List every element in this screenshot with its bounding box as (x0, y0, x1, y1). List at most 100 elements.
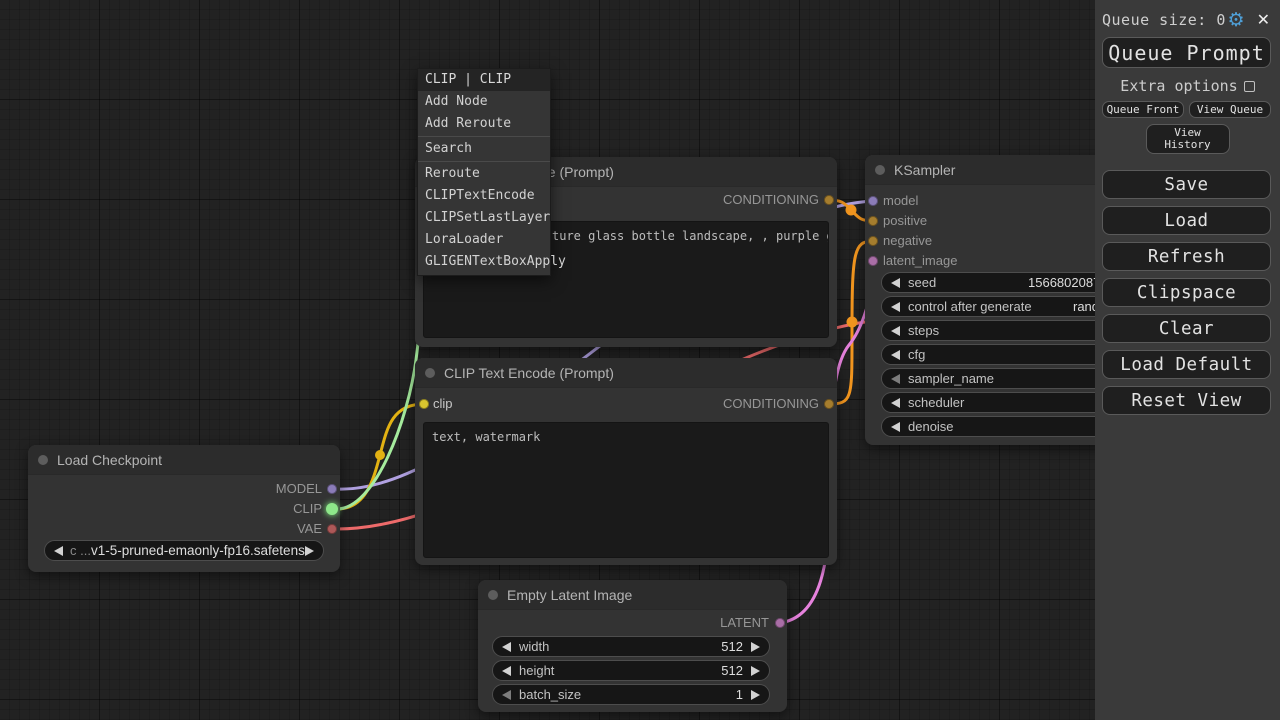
node-title-bar: Empty Latent Image (478, 580, 787, 610)
view-queue-button[interactable]: View Queue (1189, 101, 1271, 118)
prev-value-icon[interactable] (891, 350, 900, 360)
queue-buttons-row: Queue Front View Queue (1102, 101, 1271, 118)
menu-separator (418, 136, 550, 137)
clear-button[interactable]: Clear (1102, 314, 1271, 343)
collapse-dot[interactable] (875, 165, 885, 175)
output-row: LATENT (478, 613, 787, 633)
refresh-button[interactable]: Refresh (1102, 242, 1271, 271)
menu-separator (418, 161, 550, 162)
menu-item-cliptextencode[interactable]: CLIPTextEncode (418, 185, 550, 207)
widget-value: 512 (721, 639, 743, 654)
prompt-text: ture glass bottle landscape, , purple ga… (552, 229, 829, 243)
prev-value-icon[interactable] (891, 398, 900, 408)
widget-label: height (519, 663, 554, 678)
next-value-icon[interactable] (751, 690, 760, 700)
ckpt-name-widget[interactable]: c ... v1-5-pruned-emaonly-fp16.safetenso… (44, 540, 324, 561)
height-widget[interactable]: height 512 (492, 660, 770, 681)
width-widget[interactable]: width 512 (492, 636, 770, 657)
menu-item-search[interactable]: Search (418, 138, 550, 160)
input-dot-positive[interactable] (868, 216, 878, 226)
input-dot-model[interactable] (868, 196, 878, 206)
widget-value: 1 (736, 687, 743, 702)
prev-value-icon[interactable] (502, 690, 511, 700)
settings-gear-icon[interactable]: ⚙ (1228, 12, 1245, 28)
output-dot-model[interactable] (327, 484, 337, 494)
widget-label: scheduler (908, 395, 964, 410)
node-title: CLIP Text Encode (Prompt) (444, 365, 614, 381)
output-label-vae: VAE (297, 519, 322, 539)
next-value-icon[interactable] (305, 546, 314, 556)
load-default-button[interactable]: Load Default (1102, 350, 1271, 379)
widget-label: cfg (908, 347, 925, 362)
output-label-clip: CLIP (293, 499, 322, 519)
prev-value-icon[interactable] (502, 642, 511, 652)
output-dot-vae[interactable] (327, 524, 337, 534)
output-dot-conditioning[interactable] (824, 195, 834, 205)
prev-value-icon[interactable] (54, 546, 63, 556)
menu-item-loraloader[interactable]: LoraLoader (418, 229, 550, 251)
output-dot-clip[interactable] (326, 503, 338, 515)
prev-value-icon[interactable] (891, 302, 900, 312)
comfy-menu: Queue size: 0 ⚙ ✕ Queue Prompt Extra opt… (1095, 0, 1280, 720)
prev-value-icon[interactable] (891, 278, 900, 288)
output-label-latent: LATENT (720, 613, 769, 633)
widget-label: control after generate (908, 299, 1032, 314)
menu-item-add-reroute[interactable]: Add Reroute (418, 113, 550, 135)
menu-item-reroute[interactable]: Reroute (418, 163, 550, 185)
widget-label: steps (908, 323, 939, 338)
widget-label: seed (908, 275, 936, 290)
widget-label: width (519, 639, 549, 654)
collapse-dot[interactable] (488, 590, 498, 600)
prev-value-icon[interactable] (891, 326, 900, 336)
output-dot-latent[interactable] (775, 618, 785, 628)
input-label-positive: positive (883, 211, 927, 231)
widget-label: c ... (70, 543, 91, 558)
menu-item-add-node[interactable]: Add Node (418, 91, 550, 113)
prev-value-icon[interactable] (891, 422, 900, 432)
queue-size-label: Queue size: 0 (1102, 11, 1226, 29)
input-dot-negative[interactable] (868, 236, 878, 246)
extra-options-row: Extra options (1095, 77, 1280, 95)
next-value-icon[interactable] (751, 642, 760, 652)
close-icon[interactable]: ✕ (1257, 12, 1270, 28)
view-history-button[interactable]: View History (1146, 124, 1230, 154)
prev-value-icon[interactable] (502, 666, 511, 676)
menu-item-gligentextboxapply[interactable]: GLIGENTextBoxApply (418, 251, 550, 273)
node-empty-latent-image[interactable]: Empty Latent Image LATENT width 512 heig… (478, 580, 787, 712)
next-value-icon[interactable] (751, 666, 760, 676)
collapse-dot[interactable] (38, 455, 48, 465)
input-dot-latent-image[interactable] (868, 256, 878, 266)
node-title: Load Checkpoint (57, 452, 162, 468)
node-title: KSampler (894, 162, 955, 178)
output-label-conditioning: CONDITIONING (723, 394, 819, 414)
input-label-negative: negative (883, 231, 932, 251)
node-title-bar: Load Checkpoint (28, 445, 340, 475)
output-label-conditioning: CONDITIONING (723, 190, 819, 210)
collapse-dot[interactable] (425, 368, 435, 378)
output-dot-conditioning[interactable] (824, 399, 834, 409)
clipspace-button[interactable]: Clipspace (1102, 278, 1271, 307)
batch-size-widget[interactable]: batch_size 1 (492, 684, 770, 705)
extra-options-checkbox[interactable] (1244, 81, 1255, 92)
prompt-textarea[interactable]: text, watermark (423, 422, 829, 558)
input-label-clip: clip (433, 394, 453, 414)
reset-view-button[interactable]: Reset View (1102, 386, 1271, 415)
extra-options-label: Extra options (1120, 77, 1237, 95)
menu-item-clipsetlastlayer[interactable]: CLIPSetLastLayer (418, 207, 550, 229)
save-button[interactable]: Save (1102, 170, 1271, 199)
widget-label: denoise (908, 419, 954, 434)
queue-prompt-button[interactable]: Queue Prompt (1102, 37, 1271, 68)
node-load-checkpoint[interactable]: Load Checkpoint MODEL CLIP VAE c ... v1-… (28, 445, 340, 572)
widget-value: 512 (721, 663, 743, 678)
node-title: Empty Latent Image (507, 587, 632, 603)
node-clip-text-encode-negative[interactable]: CLIP Text Encode (Prompt) clip CONDITION… (415, 358, 837, 565)
widget-value: v1-5-pruned-emaonly-fp16.safetensors (91, 543, 305, 558)
widget-label: batch_size (519, 687, 581, 702)
input-output-row: clip CONDITIONING (415, 394, 837, 414)
output-row: CLIP (28, 499, 340, 519)
queue-front-button[interactable]: Queue Front (1102, 101, 1184, 118)
prev-value-icon[interactable] (891, 374, 900, 384)
prompt-text: text, watermark (432, 430, 540, 444)
load-button[interactable]: Load (1102, 206, 1271, 235)
input-dot-clip[interactable] (419, 399, 429, 409)
